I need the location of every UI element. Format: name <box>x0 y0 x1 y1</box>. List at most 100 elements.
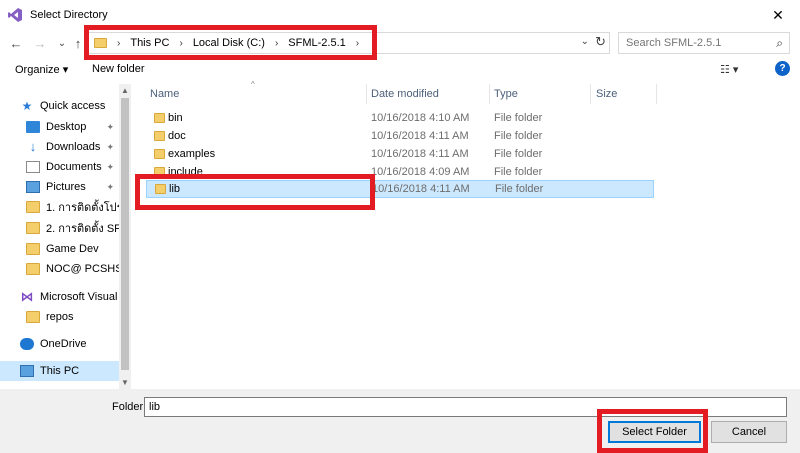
sidebar-item-label: Game Dev <box>46 243 99 255</box>
pin-icon: ✦ <box>106 141 114 152</box>
breadcrumb-separator: › <box>117 37 121 49</box>
up-arrow-icon: ↑ <box>74 35 82 51</box>
sidebar-item-folder-2[interactable]: 2. การติดตั้ง SFML <box>0 218 120 238</box>
select-folder-label: Select Folder <box>622 426 687 438</box>
folder-label: Folder: <box>112 401 147 413</box>
column-header-date-modified[interactable]: Date modified <box>371 84 439 104</box>
sidebar-item-game-dev[interactable]: Game Dev <box>0 239 120 259</box>
breadcrumb-separator[interactable]: › <box>356 38 359 49</box>
change-view-button[interactable]: ☷ ▾ <box>720 63 738 76</box>
file-name: include <box>168 166 203 178</box>
folder-icon <box>26 263 40 275</box>
table-row[interactable]: include 10/16/2018 4:09 AM File folder <box>146 163 654 181</box>
sidebar-item-this-pc[interactable]: This PC <box>0 361 120 381</box>
breadcrumb-sfml[interactable]: SFML-2.5.1 <box>288 37 345 49</box>
file-type: File folder <box>494 166 543 178</box>
refresh-icon[interactable]: ↻ <box>595 34 606 50</box>
sidebar-item-quick-access[interactable]: ★ Quick access <box>0 96 120 116</box>
breadcrumb-local-disk[interactable]: Local Disk (C:) <box>193 37 265 49</box>
sidebar-item-label: 1. การติดตั้งโปรแกร <box>46 202 120 214</box>
folder-icon <box>154 149 165 159</box>
recent-locations-button[interactable]: ⌄ <box>54 34 70 52</box>
desktop-icon <box>26 121 40 133</box>
file-date: 10/16/2018 4:11 AM <box>372 183 470 195</box>
close-button[interactable]: ✕ <box>756 0 800 30</box>
pictures-icon <box>26 181 40 193</box>
title-bar: Select Directory ✕ <box>0 0 800 30</box>
column-header-size[interactable]: Size <box>596 84 617 104</box>
chevron-down-icon: ⌄ <box>57 37 67 49</box>
scrollbar-thumb[interactable] <box>121 98 129 370</box>
search-icon[interactable]: ⌕ <box>776 36 783 51</box>
column-header-type[interactable]: Type <box>494 84 518 104</box>
visual-studio-icon: ⋈ <box>20 289 34 304</box>
sidebar-item-pictures[interactable]: Pictures ✦ <box>0 177 120 197</box>
file-date: 10/16/2018 4:11 AM <box>371 130 469 142</box>
file-list: ^ Name Date modified Type Size bin 10/16… <box>138 80 800 389</box>
command-toolbar: Organize ▾ New folder ☷ ▾ ? <box>0 58 800 82</box>
back-button[interactable]: ← <box>8 34 24 52</box>
sidebar-item-repos[interactable]: repos <box>0 307 120 327</box>
table-row[interactable]: bin 10/16/2018 4:10 AM File folder <box>146 109 654 127</box>
column-divider[interactable] <box>489 84 490 104</box>
file-type: File folder <box>494 112 543 124</box>
sidebar-item-documents[interactable]: Documents ✦ <box>0 157 120 177</box>
search-box[interactable]: ⌕ <box>618 32 790 54</box>
select-folder-button[interactable]: Select Folder <box>608 421 701 443</box>
folder-icon <box>26 201 40 213</box>
file-type: File folder <box>495 183 544 195</box>
address-bar[interactable]: › This PC › Local Disk (C:) › SFML-2.5.1… <box>86 32 610 54</box>
back-arrow-icon: ← <box>9 35 23 51</box>
sidebar-item-downloads[interactable]: ↓ Downloads ✦ <box>0 137 120 157</box>
file-date: 10/16/2018 4:11 AM <box>371 148 469 160</box>
cancel-button[interactable]: Cancel <box>711 421 787 443</box>
table-row[interactable]: examples 10/16/2018 4:11 AM File folder <box>146 145 654 163</box>
sidebar-item-label: Microsoft Visual S <box>40 291 120 303</box>
sidebar-item-noc-pcshs[interactable]: NOC@ PCSHS P <box>0 259 120 279</box>
sidebar-item-label: 2. การติดตั้ง SFML <box>46 223 120 235</box>
up-button[interactable]: ↑ <box>70 34 86 52</box>
file-name: examples <box>168 148 216 160</box>
sidebar-item-microsoft-visual-studio[interactable]: ⋈ Microsoft Visual S <box>0 287 121 307</box>
star-icon: ★ <box>21 99 33 113</box>
sidebar-item-onedrive[interactable]: OneDrive <box>0 334 120 354</box>
breadcrumb-separator[interactable]: › <box>275 38 278 49</box>
dialog-footer: Folder: Select Folder Cancel <box>0 389 800 453</box>
sidebar-item-desktop[interactable]: Desktop ✦ <box>0 117 120 137</box>
breadcrumb-separator[interactable]: › <box>179 38 182 49</box>
new-folder-button[interactable]: New folder <box>92 63 145 75</box>
sidebar-item-label: NOC@ PCSHS P <box>46 263 120 275</box>
sidebar-item-label: Quick access <box>40 100 106 112</box>
pin-icon: ✦ <box>106 161 114 172</box>
table-row-selected[interactable]: lib 10/16/2018 4:11 AM File folder <box>146 180 654 198</box>
file-name: lib <box>169 183 181 195</box>
column-header-name[interactable]: Name <box>150 84 179 104</box>
scroll-down-icon[interactable]: ▼ <box>121 378 129 387</box>
scroll-up-icon[interactable]: ▲ <box>121 86 129 95</box>
folder-icon <box>26 222 40 234</box>
folder-icon <box>26 311 40 323</box>
sidebar-item-label: Pictures <box>46 181 86 193</box>
navigation-pane: ★ Quick access Desktop ✦ ↓ Downloads ✦ D… <box>0 84 130 389</box>
breadcrumb-this-pc[interactable]: This PC <box>130 37 169 49</box>
pin-icon: ✦ <box>106 181 114 192</box>
search-input[interactable] <box>626 37 766 49</box>
column-divider[interactable] <box>366 84 367 104</box>
cancel-label: Cancel <box>731 426 767 438</box>
download-icon: ↓ <box>29 139 37 154</box>
folder-icon <box>154 113 165 123</box>
navigation-scrollbar[interactable]: ▲ ▼ <box>119 84 131 389</box>
table-row[interactable]: doc 10/16/2018 4:11 AM File folder <box>146 127 654 145</box>
folder-icon <box>155 184 166 194</box>
column-divider[interactable] <box>656 84 657 104</box>
computer-icon <box>20 365 34 377</box>
file-date: 10/16/2018 4:09 AM <box>371 166 470 178</box>
organize-button[interactable]: Organize ▾ <box>15 63 68 76</box>
folder-input[interactable] <box>144 397 787 417</box>
column-divider[interactable] <box>590 84 591 104</box>
sidebar-item-folder-1[interactable]: 1. การติดตั้งโปรแกร <box>0 197 120 217</box>
address-dropdown-icon[interactable]: ⌄ <box>581 36 589 47</box>
forward-button[interactable]: → <box>32 34 48 52</box>
visual-studio-logo-icon <box>8 8 22 22</box>
help-icon[interactable]: ? <box>775 61 790 76</box>
